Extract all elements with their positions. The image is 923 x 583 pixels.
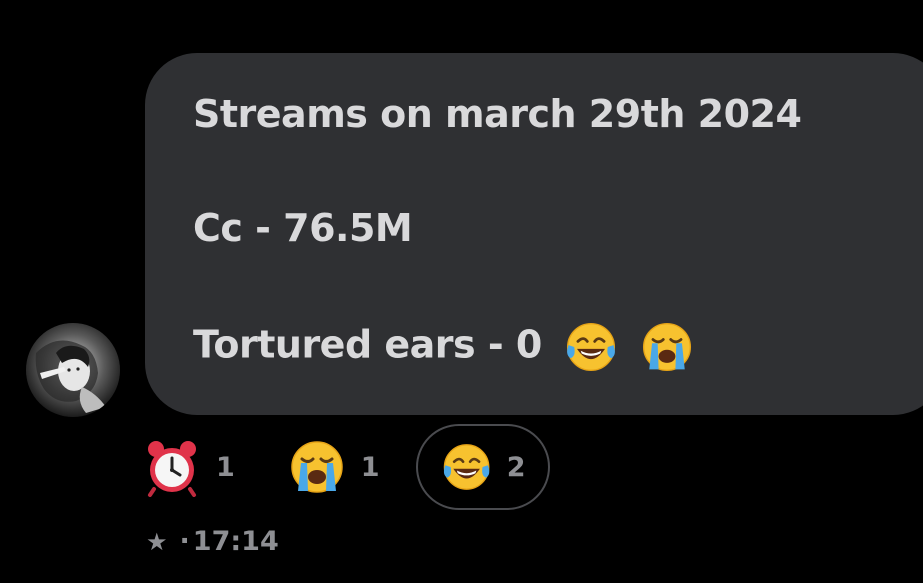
- reaction-alarm-clock[interactable]: 1: [142, 424, 235, 510]
- reaction-bar: 1 1 2: [142, 423, 550, 511]
- message-line-result-text: Tortured ears - 0: [193, 322, 542, 367]
- reaction-count: 2: [506, 451, 526, 483]
- chat-view: Streams on march 29th 2024 Cc - 76.5M To…: [0, 0, 923, 583]
- tears-of-joy-icon: [440, 437, 493, 497]
- avatar-photo: [26, 323, 120, 417]
- reaction-tears-of-joy-selected[interactable]: 2: [415, 424, 550, 510]
- avatar[interactable]: [26, 323, 120, 417]
- meta-separator: ·: [179, 526, 190, 557]
- alarm-clock-icon: [142, 437, 202, 497]
- message-line-title: Streams on march 29th 2024: [193, 92, 802, 136]
- reaction-count: 1: [216, 451, 235, 483]
- star-icon: ★: [146, 527, 168, 556]
- loudly-crying-icon: [639, 319, 695, 375]
- message-line-streams: Cc - 76.5M: [193, 206, 413, 250]
- message-bubble[interactable]: Streams on march 29th 2024 Cc - 76.5M To…: [145, 53, 923, 415]
- message-line-result: Tortured ears - 0: [193, 319, 923, 375]
- reaction-count: 1: [360, 451, 380, 483]
- reaction-loudly-crying[interactable]: 1: [287, 424, 380, 510]
- loudly-crying-icon: [287, 437, 347, 497]
- tears-of-joy-icon: [563, 319, 619, 375]
- message-time: 17:14: [192, 526, 279, 557]
- message-meta: ★ · 17:14: [146, 526, 279, 557]
